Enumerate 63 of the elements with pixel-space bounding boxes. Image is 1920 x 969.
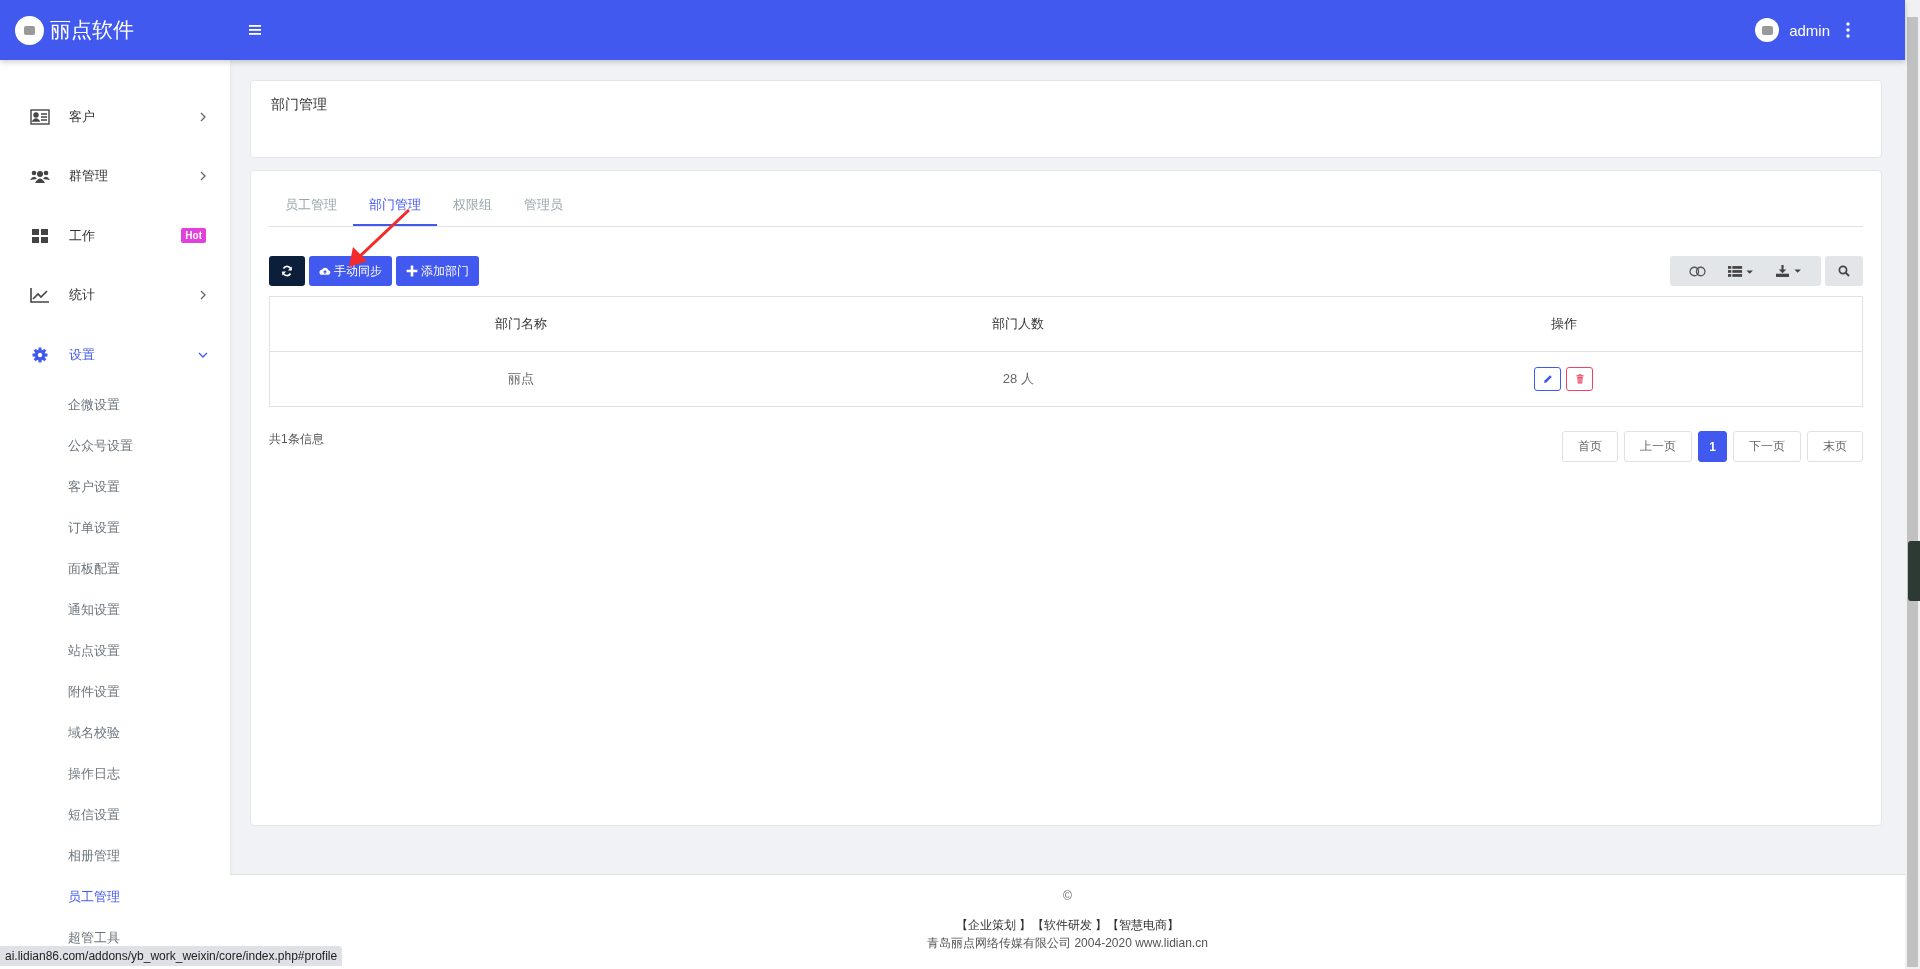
refresh-icon — [281, 265, 293, 277]
column-header: 部门名称 — [269, 296, 772, 352]
sidebar-subitem[interactable]: 站点设置 — [0, 640, 230, 661]
sidebar-item[interactable]: 群管理 — [0, 146, 230, 206]
sidebar-subitem[interactable]: 通知设置 — [0, 599, 230, 620]
users-icon — [30, 168, 50, 185]
footer-link[interactable]: 【智慧电商】 — [1106, 917, 1179, 934]
sidebar-item[interactable]: 工作 Hot — [0, 206, 230, 266]
sidebar-subitem[interactable]: 短信设置 — [0, 804, 230, 825]
line-chart-icon — [30, 287, 50, 304]
sidebar-subitem[interactable]: 企微设置 — [0, 394, 230, 415]
trash-icon — [1574, 374, 1585, 384]
gear-icon — [30, 346, 50, 363]
add-button[interactable]: 添加部门 — [396, 256, 479, 286]
copyright-symbol: © — [1063, 889, 1072, 903]
menu-icon[interactable] — [249, 25, 261, 35]
pagination-button[interactable]: 下一页 — [1733, 431, 1801, 462]
user-name[interactable]: admin — [1789, 21, 1830, 39]
scrollbar[interactable] — [1905, 0, 1920, 969]
sidebar-subitem[interactable]: 相册管理 — [0, 845, 230, 866]
contact-card-icon — [30, 108, 50, 125]
pagination-button[interactable]: 首页 — [1562, 431, 1619, 462]
sidebar-subitem[interactable]: 客户设置 — [0, 476, 230, 497]
sidebar-subitem[interactable]: 员工管理 — [0, 886, 230, 907]
plus-icon — [406, 265, 418, 277]
scroll-handle-icon[interactable] — [1908, 541, 1920, 601]
avatar-icon[interactable] — [1755, 18, 1780, 42]
sidebar-subitem[interactable]: 超管工具 — [0, 927, 230, 948]
tab[interactable]: 部门管理 — [353, 186, 437, 226]
sidebar-subitem[interactable]: 面板配置 — [0, 558, 230, 579]
record-count: 共1条信息 — [269, 431, 324, 448]
sidebar-item[interactable]: 统计 — [0, 265, 230, 325]
more-icon[interactable] — [1846, 22, 1850, 38]
cloud-upload-icon — [319, 265, 331, 277]
pencil-icon — [1542, 374, 1553, 384]
page-title: 部门管理 — [271, 96, 328, 114]
sidebar-subitem[interactable]: 附件设置 — [0, 681, 230, 702]
edit-button[interactable] — [1534, 367, 1562, 391]
sidebar-item[interactable]: 设置 — [0, 325, 230, 385]
logo-icon — [15, 15, 44, 45]
column-header: 操作 — [1265, 296, 1863, 352]
sync-button[interactable]: 手动同步 — [309, 256, 392, 286]
search-icon[interactable] — [1825, 256, 1863, 286]
pagination-button[interactable]: 末页 — [1807, 431, 1863, 462]
hot-badge: Hot — [181, 228, 206, 244]
delete-button[interactable] — [1566, 367, 1594, 391]
company-info: 青岛丽点网络传媒有限公司 2004-2020 www.lidian.cn — [927, 935, 1208, 952]
table-cell: 丽点 — [269, 351, 772, 407]
pagination-button[interactable]: 1 — [1698, 431, 1727, 462]
sidebar-subitem[interactable]: 域名校验 — [0, 722, 230, 743]
status-url: ai.lidian86.com/addons/yb_work_weixin/core/index.php#profile — [0, 946, 343, 966]
sidebar-subitem[interactable]: 公众号设置 — [0, 435, 230, 456]
brand-name: 丽点软件 — [50, 17, 134, 43]
pagination-button[interactable]: 上一页 — [1624, 431, 1693, 462]
sidebar-subitem[interactable]: 操作日志 — [0, 763, 230, 784]
sidebar-item[interactable]: 客户 — [0, 87, 230, 147]
table-cell: 28 人 — [771, 351, 1266, 407]
grid-icon — [30, 227, 50, 244]
column-header: 部门人数 — [771, 296, 1266, 352]
footer-link[interactable]: 【软件研发 】 — [1031, 917, 1107, 934]
sidebar-subitem[interactable]: 订单设置 — [0, 517, 230, 538]
footer-link[interactable]: 【企业策划 】 — [956, 917, 1032, 934]
refresh-button[interactable] — [269, 256, 305, 286]
